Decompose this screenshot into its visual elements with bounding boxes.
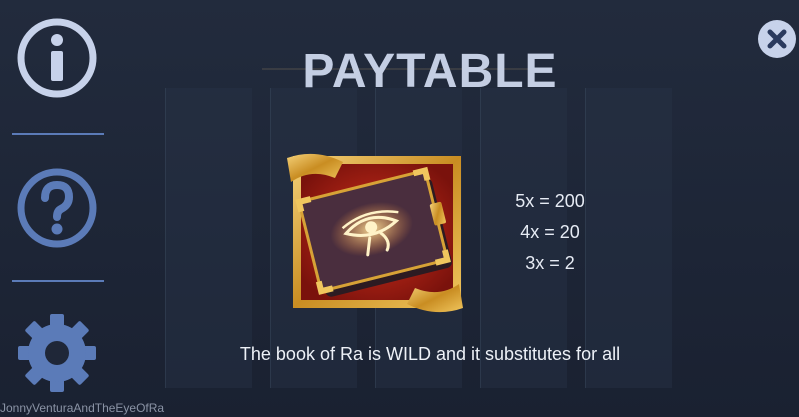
info-button[interactable] bbox=[14, 15, 100, 101]
help-button[interactable] bbox=[14, 165, 100, 251]
close-button[interactable] bbox=[758, 20, 796, 58]
payout-list: 5x = 200 4x = 20 3x = 2 bbox=[490, 186, 610, 279]
close-icon bbox=[767, 29, 787, 49]
info-icon bbox=[17, 18, 97, 98]
divider bbox=[12, 133, 104, 135]
book-of-ra-symbol bbox=[285, 148, 465, 318]
gear-icon bbox=[18, 314, 96, 392]
help-icon bbox=[17, 168, 97, 248]
page-title: PAYTABLE bbox=[302, 45, 558, 98]
settings-button[interactable] bbox=[14, 310, 100, 396]
book-of-ra-icon bbox=[287, 153, 463, 313]
divider bbox=[12, 280, 104, 282]
payout-3x: 3x = 2 bbox=[525, 253, 575, 273]
game-name-footer: JonnyVenturaAndTheEyeOfRa bbox=[0, 401, 165, 415]
payout-4x: 4x = 20 bbox=[520, 222, 580, 242]
symbol-description: The book of Ra is WILD and it substitute… bbox=[239, 344, 621, 364]
sidebar bbox=[0, 0, 120, 417]
payout-5x: 5x = 200 bbox=[515, 191, 585, 211]
